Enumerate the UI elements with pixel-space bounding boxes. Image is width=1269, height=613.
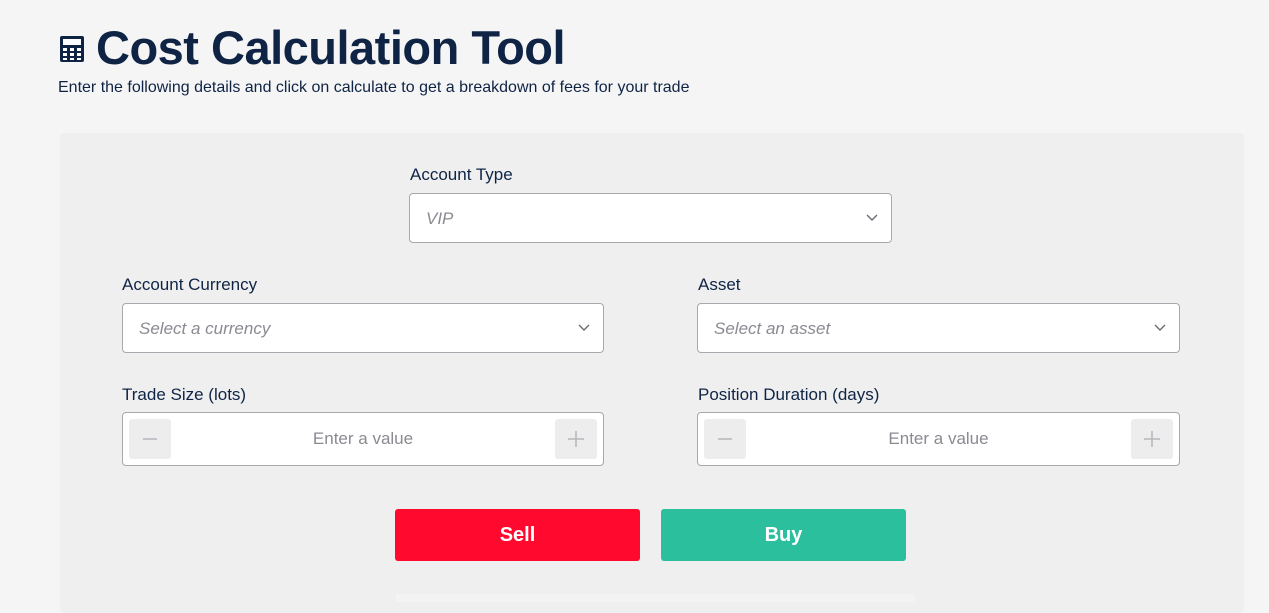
minus-icon bbox=[718, 438, 732, 440]
asset-select[interactable]: Select an asset bbox=[697, 303, 1180, 353]
asset-placeholder: Select an asset bbox=[714, 319, 831, 338]
position-duration-stepper bbox=[697, 412, 1180, 466]
chevron-down-icon bbox=[1154, 324, 1166, 331]
plus-icon bbox=[568, 431, 584, 447]
results-panel-edge bbox=[396, 594, 914, 602]
calculator-icon bbox=[60, 36, 84, 62]
plus-icon bbox=[1144, 431, 1160, 447]
account-currency-placeholder: Select a currency bbox=[139, 319, 271, 338]
position-duration-decrement-button[interactable] bbox=[704, 419, 746, 459]
buy-button[interactable]: Buy bbox=[661, 509, 906, 561]
sell-button[interactable]: Sell bbox=[395, 509, 640, 561]
trade-size-increment-button[interactable] bbox=[555, 419, 597, 459]
position-duration-increment-button[interactable] bbox=[1131, 419, 1173, 459]
trade-size-stepper bbox=[122, 412, 604, 466]
trade-size-label: Trade Size (lots) bbox=[122, 385, 247, 404]
chevron-down-icon bbox=[866, 214, 878, 221]
position-duration-label: Position Duration (days) bbox=[698, 385, 880, 404]
title-row: Cost Calculation Tool bbox=[58, 18, 689, 78]
account-type-value: VIP bbox=[426, 209, 454, 228]
account-currency-label: Account Currency bbox=[122, 275, 258, 294]
account-currency-select[interactable]: Select a currency bbox=[122, 303, 604, 353]
trade-size-decrement-button[interactable] bbox=[129, 419, 171, 459]
position-duration-input[interactable] bbox=[750, 413, 1127, 465]
trade-size-input[interactable] bbox=[175, 413, 551, 465]
account-type-select[interactable]: VIP bbox=[409, 193, 892, 243]
minus-icon bbox=[143, 438, 157, 440]
chevron-down-icon bbox=[578, 324, 590, 331]
account-type-label: Account Type bbox=[410, 165, 513, 184]
page-header: Cost Calculation Tool Enter the followin… bbox=[58, 18, 689, 98]
asset-label: Asset bbox=[698, 275, 741, 294]
page-title: Cost Calculation Tool bbox=[96, 21, 566, 74]
page-subtitle: Enter the following details and click on… bbox=[58, 79, 690, 96]
